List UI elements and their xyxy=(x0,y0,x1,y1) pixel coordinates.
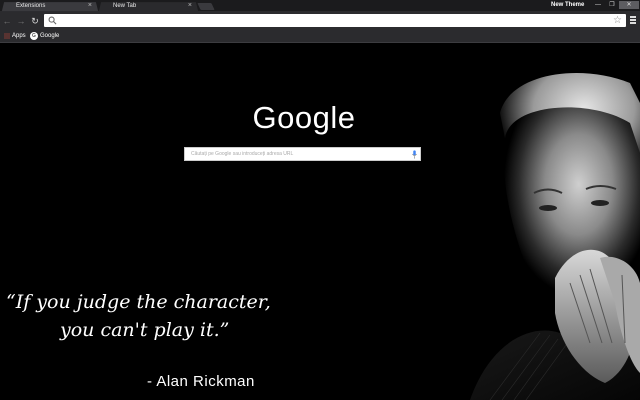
tab-extensions[interactable]: Extensions × xyxy=(0,1,100,11)
background-portrait-image xyxy=(470,73,640,400)
apps-grid-icon xyxy=(4,33,10,39)
close-window-icon[interactable]: ✕ xyxy=(619,1,639,9)
tab-label: New Tab xyxy=(113,3,137,9)
quote-line-1: “If you judge the character, xyxy=(6,291,271,313)
tab-new-tab[interactable]: New Tab × xyxy=(97,1,200,11)
google-favicon-icon: G xyxy=(30,32,38,40)
tab-label: Extensions xyxy=(16,3,46,9)
search-box[interactable] xyxy=(184,147,421,161)
reload-icon[interactable]: ↻ xyxy=(30,16,40,26)
close-tab-icon[interactable]: × xyxy=(88,1,92,11)
close-tab-icon[interactable]: × xyxy=(188,1,192,11)
bookmarks-bar: Apps G Google xyxy=(0,31,640,43)
quote-line-2: you can't play it.” xyxy=(60,319,230,341)
bookmark-apps[interactable]: Apps xyxy=(4,31,26,42)
tab-strip: Extensions × New Tab × New Theme — ❐ ✕ xyxy=(0,0,640,11)
search-icon xyxy=(48,16,57,25)
theme-label: New Theme xyxy=(551,2,585,8)
maximize-icon[interactable]: ❐ xyxy=(605,1,619,9)
search-input[interactable] xyxy=(191,148,406,160)
bookmark-label: Google xyxy=(40,33,60,39)
quote-author: - Alan Rickman xyxy=(147,373,255,390)
quote-text: “If you judge the character, you can't p… xyxy=(6,288,316,344)
star-icon[interactable]: ☆ xyxy=(613,14,622,27)
toolbar: ← → ↻ ☆ xyxy=(0,11,640,31)
address-input[interactable] xyxy=(60,15,600,26)
menu-icon[interactable] xyxy=(630,16,636,26)
forward-arrow-icon[interactable]: → xyxy=(16,16,26,26)
bookmark-label: Apps xyxy=(12,33,26,39)
microphone-icon[interactable] xyxy=(412,150,417,159)
bookmark-google[interactable]: G Google xyxy=(30,31,59,42)
minimize-icon[interactable]: — xyxy=(591,1,605,9)
new-tab-page: Google “If you judge the character, you … xyxy=(0,43,640,400)
back-arrow-icon[interactable]: ← xyxy=(2,16,12,26)
google-logo: Google xyxy=(252,100,356,135)
address-bar[interactable]: ☆ xyxy=(44,14,626,27)
